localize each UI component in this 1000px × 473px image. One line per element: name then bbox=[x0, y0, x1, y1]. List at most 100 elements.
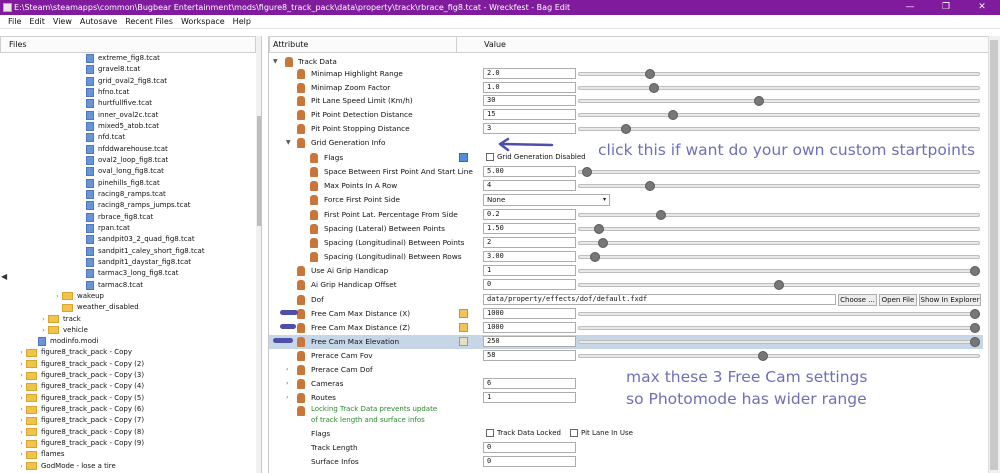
tree-folder-item[interactable]: › figure8_track_pack - Copy (3) bbox=[17, 370, 144, 381]
row-pit-lane-speed[interactable]: Pit Lane Speed Limit (Km/h) 30 bbox=[269, 94, 983, 108]
tree-folder-item[interactable]: › figure8_track_pack - Copy bbox=[17, 347, 132, 358]
free-cam-elevation-slider[interactable] bbox=[578, 340, 980, 344]
free-cam-elevation-slider-thumb[interactable] bbox=[970, 337, 980, 347]
tree-file-item[interactable]: racing8_ramps.tcat bbox=[86, 189, 166, 200]
choose-button[interactable]: Choose ... bbox=[838, 294, 877, 306]
free-cam-x-slider[interactable] bbox=[578, 312, 980, 316]
grid-generation-disabled-checkbox[interactable] bbox=[486, 153, 494, 161]
expand-arrow-icon[interactable]: › bbox=[17, 449, 26, 460]
minimap-zoom-slider[interactable] bbox=[578, 86, 980, 90]
row-ai-grip-offset[interactable]: Ai Grip Handicap Offset 0 bbox=[269, 278, 983, 292]
expand-arrow-icon[interactable]: › bbox=[286, 391, 288, 405]
menu-autosave[interactable]: Autosave bbox=[76, 15, 121, 28]
free-cam-elevation-input[interactable]: 250 bbox=[483, 336, 576, 347]
spacing-long-points-slider[interactable] bbox=[578, 241, 980, 245]
row-free-cam-elevation[interactable]: Free Cam Max Elevation 250 bbox=[269, 335, 983, 349]
menu-workspace[interactable]: Workspace bbox=[177, 15, 229, 28]
free-cam-z-slider-thumb[interactable] bbox=[970, 323, 980, 333]
max-points-slider-thumb[interactable] bbox=[644, 181, 655, 191]
track-data-locked-checkbox[interactable] bbox=[486, 429, 494, 437]
row-force-first[interactable]: Force First Point Side None ▾ bbox=[269, 193, 983, 207]
tree-file-item[interactable]: racing8_ramps_jumps.tcat bbox=[86, 200, 191, 211]
tree-folder-item[interactable]: › vehicle bbox=[39, 325, 88, 336]
expand-arrow-icon[interactable]: › bbox=[17, 381, 26, 392]
grid-scrollbar-thumb[interactable] bbox=[990, 40, 998, 470]
pit-lane-speed-slider-thumb[interactable] bbox=[754, 96, 765, 106]
tree-folder-item[interactable]: › figure8_track_pack - Copy (4) bbox=[17, 381, 144, 392]
pit-detection-input[interactable]: 15 bbox=[483, 109, 576, 120]
tree-file-item[interactable]: mixed5_atob.tcat bbox=[86, 121, 159, 132]
tree-folder-item[interactable]: › figure8_track_pack - Copy (7) bbox=[17, 415, 144, 426]
minimize-button[interactable]: — bbox=[892, 0, 928, 15]
menu-edit[interactable]: Edit bbox=[25, 15, 49, 28]
expand-arrow-icon[interactable]: › bbox=[17, 461, 26, 472]
expand-arrow-icon[interactable]: › bbox=[53, 291, 62, 302]
minimap-highlight-input[interactable]: 2.0 bbox=[483, 68, 576, 79]
tree-folder-item[interactable]: › figure8_track_pack - Copy (6) bbox=[17, 404, 144, 415]
row-minimap-zoom[interactable]: Minimap Zoom Factor 1.0 bbox=[269, 81, 983, 95]
track-length-value[interactable]: 0 bbox=[483, 442, 576, 453]
space-first-input[interactable]: 5.00 bbox=[483, 166, 576, 177]
first-lat-slider-thumb[interactable] bbox=[656, 210, 667, 220]
close-button[interactable]: ✕ bbox=[964, 0, 1000, 15]
free-cam-z-input[interactable]: 1000 bbox=[483, 322, 576, 333]
tree-file-item[interactable]: oval2_loop_fig8.tcat bbox=[86, 155, 168, 166]
prerace-fov-slider-thumb[interactable] bbox=[758, 351, 769, 361]
row-prerace-fov[interactable]: Prerace Cam Fov 58 bbox=[269, 349, 983, 363]
free-cam-z-slider[interactable] bbox=[578, 326, 980, 330]
expand-arrow-icon[interactable]: › bbox=[17, 370, 26, 381]
row-track-length[interactable]: Track Length 0 bbox=[269, 441, 983, 455]
menu-recent-files[interactable]: Recent Files bbox=[121, 15, 177, 28]
lock-icon[interactable] bbox=[459, 323, 468, 332]
tree-folder-item[interactable]: › track bbox=[39, 313, 81, 324]
minimap-zoom-slider-thumb[interactable] bbox=[648, 83, 659, 93]
tree-file-item[interactable]: hfno.tcat bbox=[86, 87, 129, 98]
expand-arrow-icon[interactable]: › bbox=[17, 404, 26, 415]
pit-stopping-slider-thumb[interactable] bbox=[621, 124, 632, 134]
expand-arrow-icon[interactable]: › bbox=[17, 415, 26, 426]
space-first-slider[interactable] bbox=[578, 170, 980, 174]
max-points-input[interactable]: 4 bbox=[483, 180, 576, 191]
tree-file-item[interactable]: tarmac8.tcat bbox=[86, 279, 143, 290]
tree-file-item[interactable]: gravel8.tcat bbox=[86, 64, 140, 75]
dof-path-input[interactable]: data/property/effects/dof/default.fxdf bbox=[483, 294, 836, 305]
files-scrollbar-thumb[interactable] bbox=[257, 116, 261, 226]
tree-file-item[interactable]: extreme_fig8.tcat bbox=[86, 53, 160, 64]
tree-file-item[interactable]: inner_oval2c.tcat bbox=[86, 110, 158, 121]
spacing-lat-input[interactable]: 1.50 bbox=[483, 223, 576, 234]
open-file-button[interactable]: Open File bbox=[879, 294, 917, 306]
files-scrollbar[interactable] bbox=[256, 36, 261, 473]
row-free-cam-z[interactable]: Free Cam Max Distance (Z) 1000 bbox=[269, 321, 983, 335]
spacing-lat-slider-thumb[interactable] bbox=[593, 224, 604, 234]
surface-infos-value[interactable]: 0 bbox=[483, 456, 576, 467]
pit-lane-speed-input[interactable]: 30 bbox=[483, 95, 576, 106]
cameras-count[interactable]: 6 bbox=[483, 378, 576, 389]
value-column-header[interactable]: Value bbox=[484, 37, 506, 53]
prerace-fov-slider[interactable] bbox=[578, 354, 980, 358]
ai-grip-slider-thumb[interactable] bbox=[970, 266, 980, 276]
row-free-cam-x[interactable]: Free Cam Max Distance (X) 1000 bbox=[269, 307, 983, 321]
row-max-points[interactable]: Max Points In A Row 4 bbox=[269, 179, 983, 193]
routes-count[interactable]: 1 bbox=[483, 392, 576, 403]
tree-folder-item[interactable]: › GodMode - lose a tire bbox=[17, 461, 116, 472]
tree-folder-item[interactable]: › figure8_track_pack - Copy (9) bbox=[17, 438, 144, 449]
tree-folder-item[interactable]: › figure8_track_pack - Copy (8) bbox=[17, 427, 144, 438]
row-spacing-long-rows[interactable]: Spacing (Longitudinal) Between Rows 3.00 bbox=[269, 250, 983, 264]
row-surface-infos[interactable]: Surface Infos 0 bbox=[269, 455, 983, 469]
expand-arrow-icon[interactable]: › bbox=[39, 314, 48, 325]
row-track-flags[interactable]: Flags Track Data Locked Pit Lane In Use bbox=[269, 427, 983, 441]
lock-icon[interactable] bbox=[459, 337, 468, 346]
tree-file-item[interactable]: pinehills_fig8.tcat bbox=[86, 178, 160, 189]
space-first-slider-thumb[interactable] bbox=[581, 167, 592, 177]
expand-arrow-icon[interactable]: › bbox=[286, 363, 288, 377]
row-pit-detection[interactable]: Pit Point Detection Distance 15 bbox=[269, 108, 983, 122]
pit-lane-speed-slider[interactable] bbox=[578, 99, 980, 103]
tree-file-item[interactable]: sandpit1_caley_short_fig8.tcat bbox=[86, 245, 205, 256]
column-divider[interactable] bbox=[456, 37, 457, 53]
expand-arrow-icon[interactable]: › bbox=[17, 427, 26, 438]
max-points-slider[interactable] bbox=[578, 184, 980, 188]
show-in-explorer-button[interactable]: Show In Explorer bbox=[919, 294, 981, 306]
first-lat-slider[interactable] bbox=[578, 213, 980, 217]
row-spacing-long-points[interactable]: Spacing (Longitudinal) Between Points 2 bbox=[269, 236, 983, 250]
ai-grip-offset-slider-thumb[interactable] bbox=[774, 280, 784, 290]
